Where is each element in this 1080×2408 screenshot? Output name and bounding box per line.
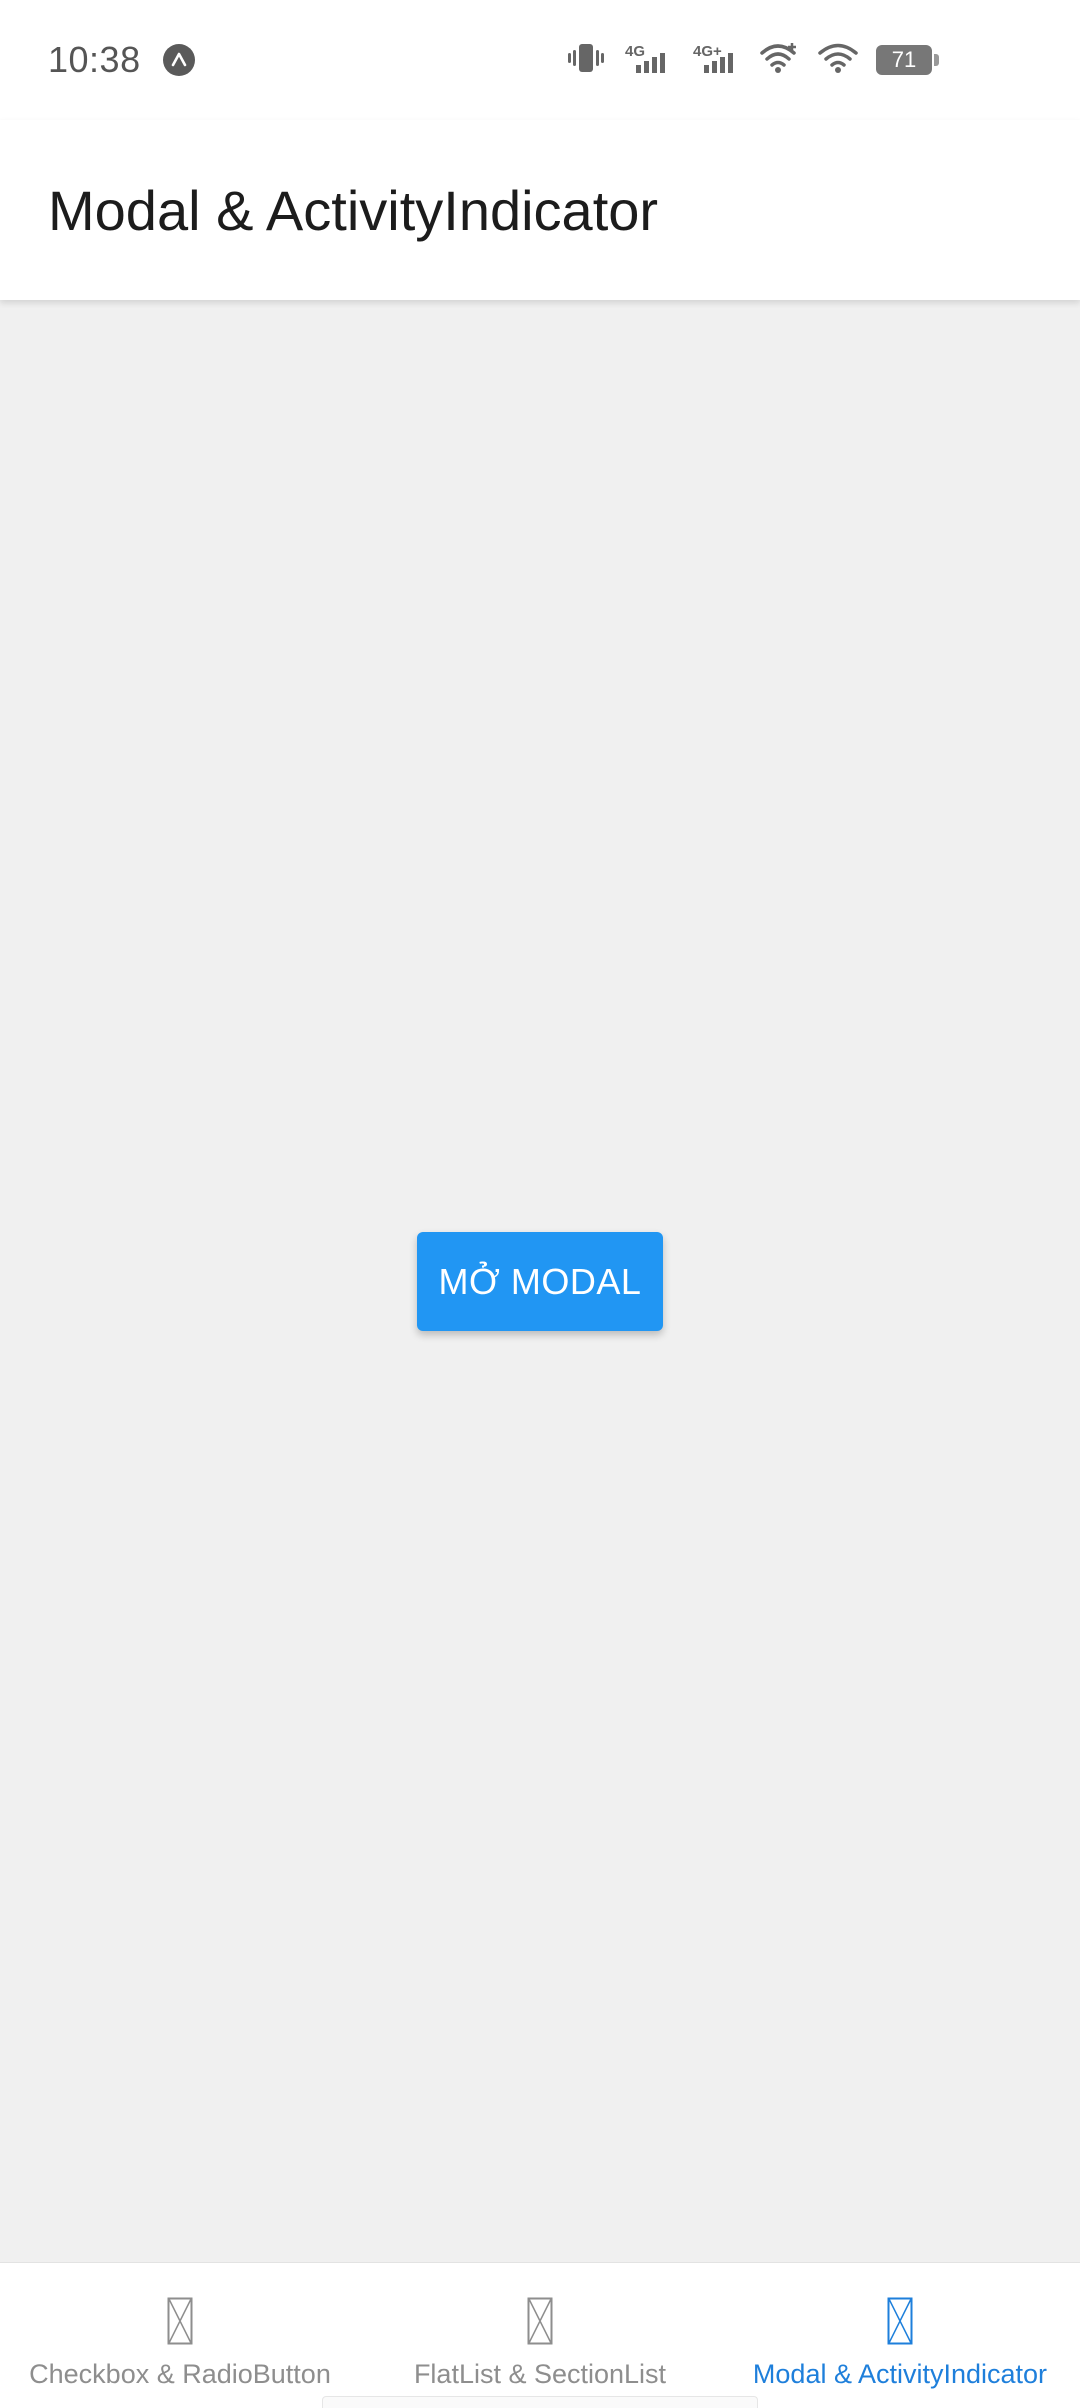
network-label-1: 4G (625, 43, 645, 60)
tab-label: FlatList & SectionList (413, 2359, 667, 2389)
status-bar: 10:38 4G 4G+ 71 (0, 0, 1080, 120)
missing-glyph-icon (527, 2297, 553, 2345)
page-title: Modal & ActivityIndicator (48, 178, 659, 242)
expo-a-icon (162, 44, 195, 76)
wifi-plus-icon (760, 41, 800, 80)
battery-level: 71 (891, 47, 917, 72)
app-header: Modal & ActivityIndicator (0, 120, 1080, 300)
tab-checkbox-radiobutton[interactable]: Checkbox & RadioButton (0, 2263, 360, 2408)
battery-icon: 71 (876, 45, 939, 75)
status-time: 10:38 (48, 39, 141, 80)
open-modal-button[interactable]: MỞ MODAL (417, 1232, 663, 1331)
tab-flatlist-sectionlist[interactable]: FlatList & SectionList (360, 2263, 720, 2408)
home-indicator[interactable] (322, 2396, 758, 2408)
status-icons: 4G 4G+ 71 (566, 41, 939, 80)
signal-4g-plus-icon: 4G+ (692, 41, 742, 80)
missing-glyph-icon (167, 2297, 193, 2345)
signal-4g-icon: 4G (624, 41, 674, 80)
tab-label: Modal & ActivityIndicator (752, 2359, 1048, 2389)
tab-label: Checkbox & RadioButton (29, 2359, 331, 2389)
tab-modal-activityindicator[interactable]: Modal & ActivityIndicator (720, 2263, 1080, 2408)
app-screen: 10:38 4G 4G+ 71 Modal & ActivityIndicato… (0, 0, 1080, 2408)
missing-glyph-icon (887, 2297, 913, 2345)
network-label-2: 4G+ (693, 43, 722, 60)
bottom-tab-bar: Checkbox & RadioButton FlatList & Sectio… (0, 2262, 1080, 2408)
vibrate-icon (566, 41, 606, 80)
main-content: MỞ MODAL (0, 300, 1080, 2262)
wifi-icon (818, 41, 858, 80)
